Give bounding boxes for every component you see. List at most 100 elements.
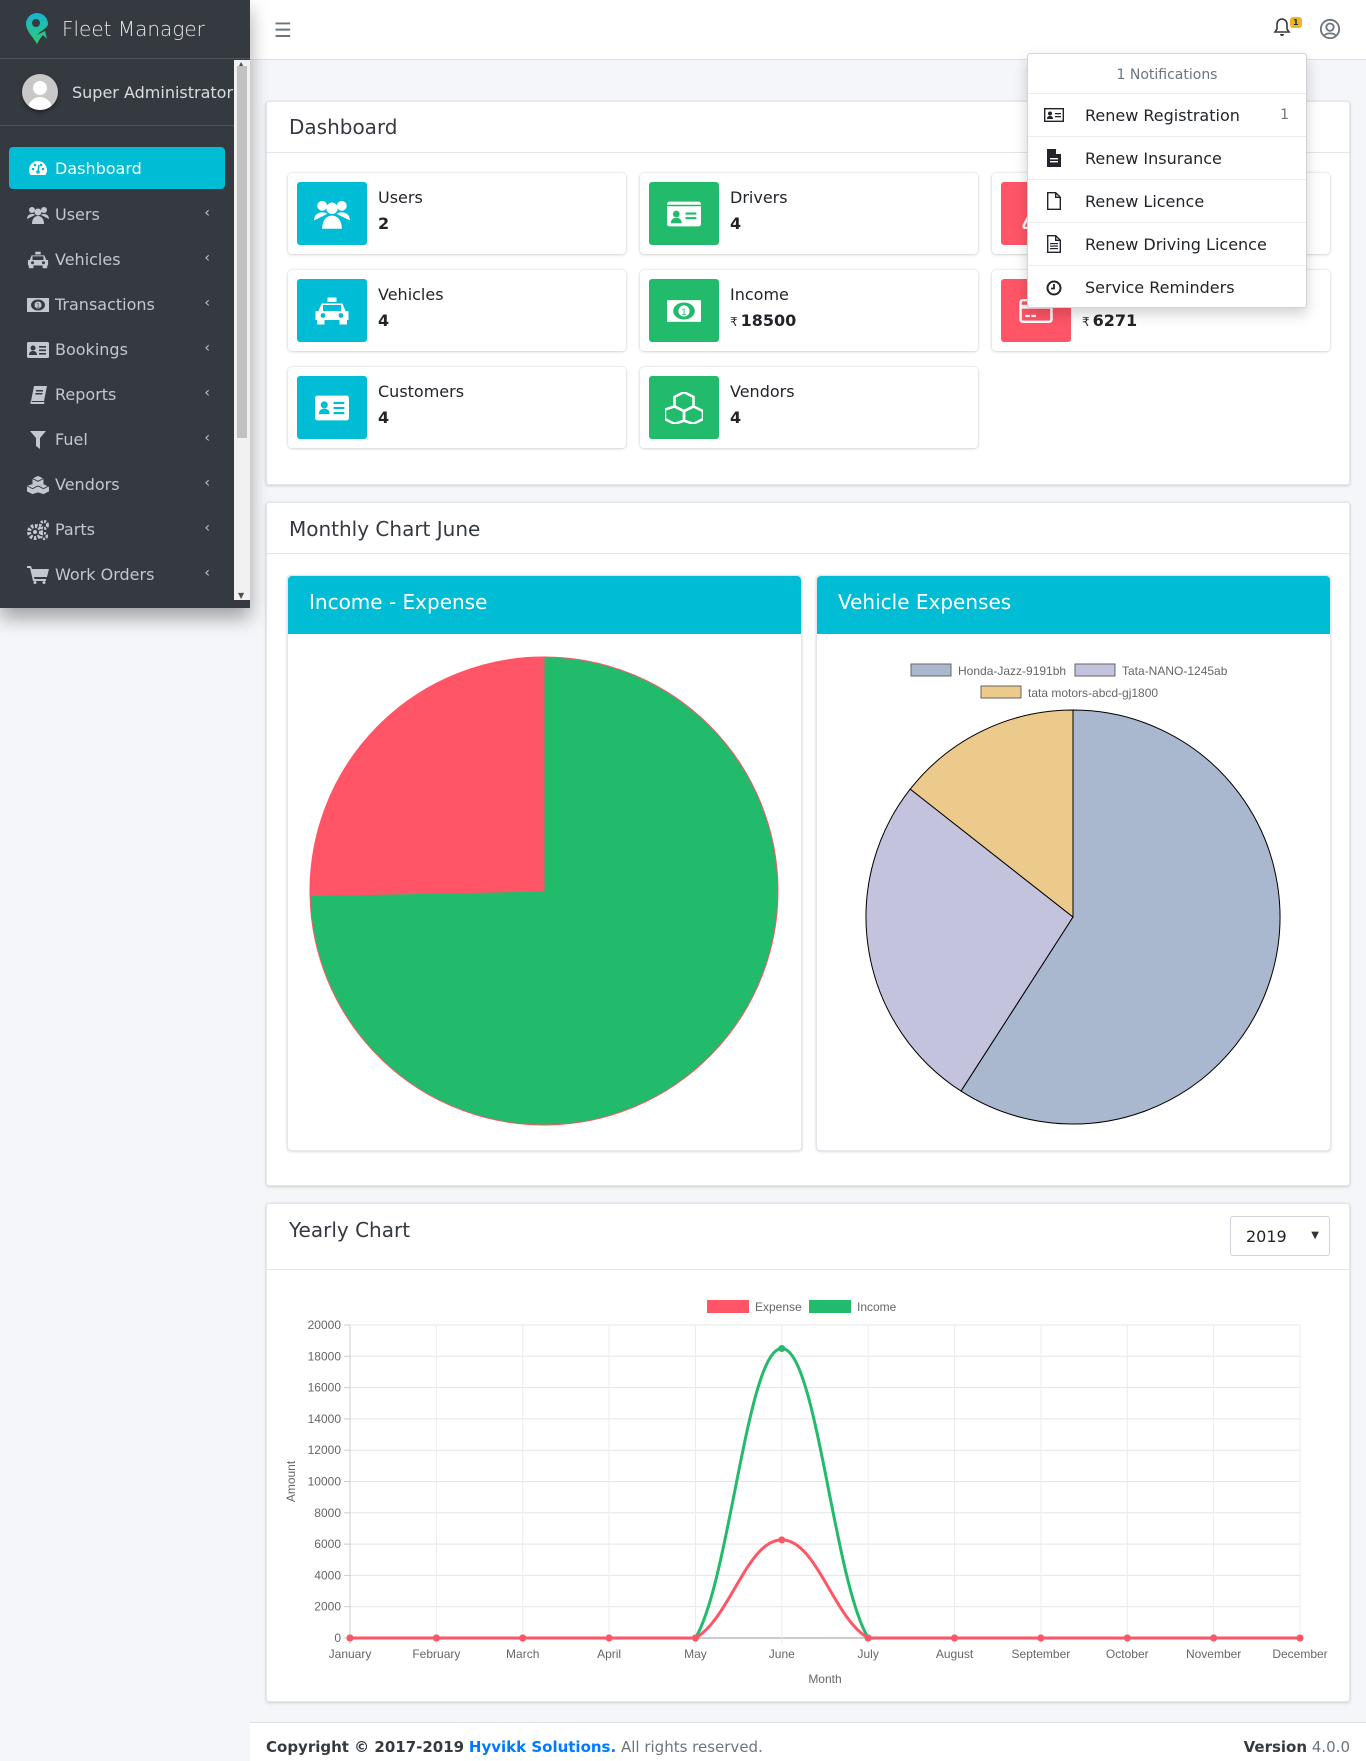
- data-point-expense[interactable]: [1037, 1634, 1045, 1642]
- data-point-expense[interactable]: [432, 1634, 440, 1642]
- notification-label: Renew Licence: [1085, 191, 1205, 211]
- data-point-expense[interactable]: [951, 1634, 959, 1642]
- y-axis-label: Amount: [284, 1460, 298, 1502]
- notification-renew-insurance[interactable]: Renew Insurance: [1028, 137, 1306, 180]
- legend-label-income[interactable]: Income: [857, 1300, 897, 1314]
- y-tick-label: 18000: [308, 1349, 342, 1363]
- legend-swatch-income: [809, 1300, 851, 1313]
- id-card-icon: [1043, 108, 1065, 122]
- pie-slice-expense[interactable]: [309, 656, 545, 897]
- data-point-expense[interactable]: [519, 1634, 527, 1642]
- y-tick-label: 8000: [314, 1506, 341, 1520]
- vehicle-expenses-pie: Honda-Jazz-9191bh Tata-NANO-1245ab tata mo…: [865, 663, 1281, 1125]
- data-point-expense[interactable]: [1123, 1634, 1131, 1642]
- x-tick-label: February: [412, 1647, 460, 1661]
- chevron-left-icon: ‹: [204, 205, 210, 221]
- legend-label-tata-motors-abcd-gj1800[interactable]: tata motors-abcd-gj1800: [1028, 686, 1158, 700]
- sidebar-item-transactions[interactable]: 1 Transactions ‹: [9, 282, 225, 327]
- y-tick-label: 0: [334, 1631, 341, 1645]
- stat-label: Vehicles: [378, 285, 444, 304]
- sidebar: Fleet Manager Super Administrator Dashbo…: [0, 0, 250, 608]
- menu-toggle-icon[interactable]: ☰: [274, 18, 292, 42]
- sidebar-item-users[interactable]: Users ‹: [9, 192, 225, 237]
- sidebar-item-reports[interactable]: Reports ‹: [9, 372, 225, 417]
- data-point-expense[interactable]: [1296, 1634, 1304, 1642]
- stat-value: 2: [378, 214, 390, 233]
- stat-card-drivers[interactable]: Drivers 4: [640, 173, 978, 254]
- stat-value: 4: [378, 408, 390, 427]
- chevron-left-icon: ‹: [204, 520, 210, 536]
- chevron-left-icon: ‹: [204, 565, 210, 581]
- sidebar-item-fuel[interactable]: Fuel ‹: [9, 417, 225, 462]
- cogs-icon: [27, 519, 49, 540]
- sidebar-item-vendors[interactable]: Vendors ‹: [9, 462, 225, 507]
- stat-card-vendors[interactable]: Vendors 4: [640, 367, 978, 448]
- filter-icon: [27, 430, 49, 450]
- legend-label-honda-jazz-9191bh[interactable]: Honda-Jazz-9191bh: [958, 664, 1066, 678]
- data-point-expense[interactable]: [691, 1634, 699, 1642]
- yearly-chart-title: Yearly Chart: [289, 1218, 411, 1242]
- notifications-dropdown: 1 Notifications Renew Registration 1 Ren…: [1027, 53, 1307, 308]
- clock-icon: [1043, 280, 1065, 296]
- notification-label: Service Reminders: [1085, 278, 1235, 297]
- stat-label: Vendors: [730, 382, 795, 401]
- stat-value: 4: [730, 214, 742, 233]
- book-icon: [27, 385, 49, 405]
- chevron-left-icon: ‹: [204, 250, 210, 266]
- stat-label: Income: [730, 285, 789, 304]
- user-circle-icon[interactable]: [1319, 18, 1341, 40]
- sidebar-item-label: Parts: [55, 520, 95, 539]
- year-select[interactable]: 2019 ▼: [1230, 1216, 1330, 1256]
- legend-label-tata-nano-1245ab[interactable]: Tata-NANO-1245ab: [1122, 664, 1228, 678]
- data-point-expense[interactable]: [605, 1634, 613, 1642]
- notification-renew-registration[interactable]: Renew Registration 1: [1028, 94, 1306, 137]
- data-point-expense[interactable]: [1210, 1634, 1218, 1642]
- cubes-icon: [649, 376, 719, 439]
- money-icon: 1: [27, 295, 49, 315]
- x-tick-label: April: [597, 1647, 621, 1661]
- brand[interactable]: Fleet Manager: [0, 0, 250, 59]
- data-point-expense[interactable]: [864, 1634, 872, 1642]
- notification-renew-licence[interactable]: Renew Licence: [1028, 180, 1306, 223]
- avatar: [22, 74, 58, 110]
- sidebar-scrollbar[interactable]: ▲ ▼: [234, 60, 250, 600]
- x-tick-label: March: [506, 1647, 539, 1661]
- notification-service-reminders[interactable]: Service Reminders: [1028, 266, 1306, 309]
- sidebar-item-work-orders[interactable]: Work Orders ‹: [9, 552, 225, 597]
- caret-down-icon: ▼: [1311, 1230, 1319, 1241]
- stat-card-customers[interactable]: Customers 4: [288, 367, 626, 448]
- x-tick-label: September: [1012, 1647, 1071, 1661]
- scroll-down-arrow-icon[interactable]: ▼: [238, 591, 244, 600]
- sidebar-item-vehicles[interactable]: Vehicles ‹: [9, 237, 225, 282]
- yearly-line-chart: 0 2000 4000 6000 8000 10000 12000 14000 16000 180…: [284, 1300, 1328, 1686]
- legend-swatch-tata-motors-abcd-gj1800: [980, 685, 1022, 699]
- stat-card-income[interactable]: 1 Income ₹18500: [640, 270, 978, 351]
- user-panel[interactable]: Super Administrator: [0, 59, 234, 126]
- stat-card-vehicles[interactable]: Vehicles 4: [288, 270, 626, 351]
- legend-label-expense[interactable]: Expense: [755, 1300, 802, 1314]
- sidebar-item-dashboard[interactable]: Dashboard: [9, 147, 225, 189]
- data-point-expense[interactable]: [346, 1634, 354, 1642]
- y-tick-label: 10000: [308, 1475, 342, 1489]
- scroll-thumb[interactable]: [237, 66, 247, 438]
- notification-renew-driving-licence[interactable]: Renew Driving Licence: [1028, 223, 1306, 266]
- data-point-income[interactable]: [778, 1344, 786, 1352]
- brand-name: Fleet Manager: [62, 17, 205, 41]
- sidebar-item-bookings[interactable]: Bookings ‹: [9, 327, 225, 372]
- stat-card-users[interactable]: Users 2: [288, 173, 626, 254]
- notification-label: Renew Registration: [1085, 105, 1240, 125]
- file-alt-icon: [1043, 235, 1065, 253]
- notification-badge: 1: [1290, 17, 1302, 28]
- sidebar-item-parts[interactable]: Parts ‹: [9, 507, 225, 552]
- yearly-chart-box: Yearly Chart 0 2000 4000 6000 8000 10000 12000…: [266, 1203, 1350, 1702]
- year-select-value: 2019: [1246, 1227, 1287, 1246]
- currency-symbol: ₹: [730, 315, 738, 329]
- x-tick-label: January: [329, 1647, 372, 1661]
- notification-count: 1: [1280, 107, 1289, 123]
- svg-text:1: 1: [681, 306, 686, 316]
- chevron-left-icon: ‹: [204, 295, 210, 311]
- company-link[interactable]: Hyvikk Solutions.: [469, 1738, 616, 1756]
- stat-label: Customers: [378, 382, 465, 401]
- legend-swatch-honda-jazz-9191bh: [910, 663, 952, 677]
- data-point-expense[interactable]: [778, 1536, 786, 1544]
